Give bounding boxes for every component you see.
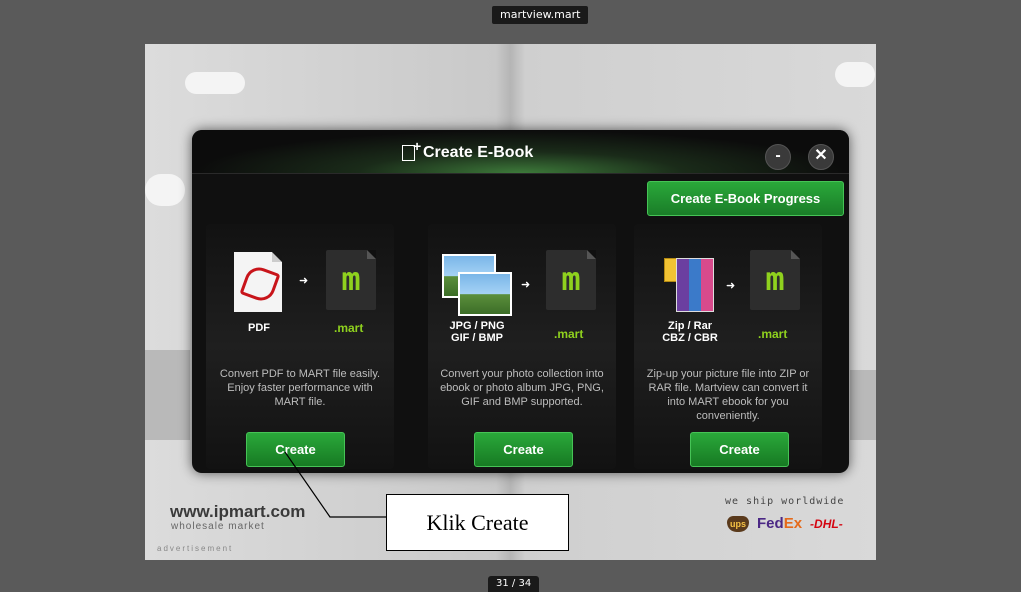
mart-file-icon: m <box>546 250 596 310</box>
mart-file-icon: m <box>326 250 376 310</box>
arrow-right-icon: ➜ <box>299 275 309 287</box>
cloud-decoration <box>835 62 875 87</box>
ad-url: www.ipmart.com <box>170 502 306 521</box>
dhl-logo: -DHL- <box>810 516 843 531</box>
city-silhouette <box>850 370 876 440</box>
image-convert-panel: ➜ m JPG / PNG GIF / BMP .mart Convert you… <box>428 224 616 469</box>
create-image-button[interactable]: Create <box>474 432 573 467</box>
image-file-icon <box>458 272 512 316</box>
pdf-description: Convert PDF to MART file easily. Enjoy f… <box>219 368 381 408</box>
create-archive-button[interactable]: Create <box>690 432 789 467</box>
cloud-decoration <box>145 174 185 206</box>
archive-format-label: Zip / Rar CBZ / CBR <box>662 320 718 344</box>
mart-format-label: .mart <box>758 327 788 341</box>
ad-label: advertisement <box>157 544 234 553</box>
dialog-header: Create E-Book - ✕ <box>192 130 849 174</box>
cloud-decoration <box>185 72 245 94</box>
close-button[interactable]: ✕ <box>808 144 834 170</box>
image-format-label: JPG / PNG GIF / BMP <box>449 320 505 344</box>
pdf-convert-panel: ➜ m PDF .mart Convert PDF to MART file e… <box>206 224 394 469</box>
minimize-button[interactable]: - <box>765 144 791 170</box>
ad-tagline: wholesale market <box>171 521 265 532</box>
create-pdf-button[interactable]: Create <box>246 432 345 467</box>
dialog-title: Create E-Book <box>402 138 534 162</box>
annotation-callout: Klik Create <box>386 494 569 551</box>
new-document-icon <box>402 138 421 161</box>
page-counter: 31 / 34 <box>488 576 540 592</box>
mart-file-icon: m <box>750 250 800 310</box>
archive-convert-panel: ➜ m Zip / Rar CBZ / CBR .mart Zip-up your… <box>634 224 822 469</box>
dialog-title-text: Create E-Book <box>423 144 534 161</box>
archive-description: Zip-up your picture file into ZIP or RAR… <box>646 368 810 422</box>
create-ebook-dialog: Create E-Book - ✕ Create E-Book Progress… <box>192 130 849 473</box>
window-title-tab: martview.mart <box>492 6 589 24</box>
pdf-format-label: PDF <box>248 322 270 334</box>
image-description: Convert your photo collection into ebook… <box>440 368 604 408</box>
fedex-logo: FedEx <box>757 515 803 532</box>
mart-format-label: .mart <box>554 327 584 341</box>
archive-file-icon <box>676 258 714 312</box>
create-ebook-progress-button[interactable]: Create E-Book Progress <box>647 181 844 216</box>
ups-logo: ups <box>727 515 750 532</box>
arrow-right-icon: ➜ <box>521 279 531 291</box>
arrow-right-icon: ➜ <box>726 280 736 292</box>
mart-format-label: .mart <box>334 321 364 335</box>
city-silhouette <box>145 350 190 440</box>
pdf-file-icon <box>234 252 282 312</box>
shipping-text: we ship worldwide <box>725 496 845 507</box>
carrier-logos: ups FedEx -DHL- <box>727 515 843 532</box>
